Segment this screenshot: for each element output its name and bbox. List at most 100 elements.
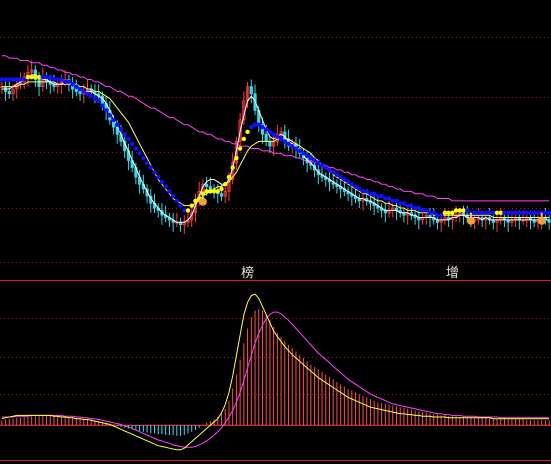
trail-dot-down (260, 124, 265, 130)
trail-dot-down (431, 210, 436, 215)
trail-dot-down (170, 193, 176, 199)
pointer-hand-icon (198, 197, 207, 206)
candle-body (74, 88, 78, 92)
annotation-label: 增 (446, 266, 459, 281)
trail-dot-down (92, 96, 98, 101)
trail-dot-down (267, 129, 273, 135)
trail-dot-down (111, 117, 116, 123)
trail-dot-up (219, 186, 224, 192)
trail-dot-down (141, 155, 146, 161)
trail-dot-down (48, 74, 53, 80)
trail-dot-up (226, 174, 232, 180)
pointer-hand-icon (537, 216, 546, 225)
trail-dot-down (133, 146, 139, 151)
trail-dot-down (394, 198, 399, 204)
trail-dot-up (237, 146, 243, 151)
trail-dot-down (66, 79, 72, 85)
trail-dot-down (312, 158, 317, 163)
trail-dot-down (304, 153, 310, 158)
trail-dot-up (234, 155, 239, 161)
trail-dot-down (438, 212, 444, 218)
trail-dot-down (174, 198, 180, 204)
trail-dot-up (189, 203, 194, 208)
trail-dot-down (301, 151, 306, 156)
trail-dot-down (89, 93, 94, 99)
trail-dot-down (81, 89, 86, 94)
annotation-label: 榜 (241, 265, 254, 281)
trail-dot-down (115, 122, 120, 127)
trail-dot-down (167, 189, 172, 194)
trail-dot-down (338, 174, 343, 180)
trail-dot-down (163, 184, 168, 189)
trail-dot-up (241, 136, 247, 142)
trail-dot-down (256, 122, 261, 127)
trail-dot-up (223, 182, 228, 187)
candle-body (219, 193, 224, 197)
trail-dot-down (271, 132, 276, 137)
trail-dot-down (349, 182, 355, 187)
trail-dot-down (77, 86, 83, 92)
candle-body (268, 140, 272, 147)
pointer-finger-icon (201, 193, 204, 199)
trail-dot-down (323, 165, 328, 170)
trail-dot-down (278, 136, 284, 142)
trail-dot-down (342, 177, 347, 182)
trail-dot-down (286, 141, 291, 146)
candle-body (78, 91, 82, 95)
trail-dot-down (137, 151, 142, 156)
trail-dot-down (85, 91, 90, 96)
trail-dot-down (424, 208, 429, 213)
trail-dot-down (316, 160, 321, 165)
candle-body (205, 183, 209, 188)
trail-dot-down (103, 108, 109, 113)
trail-dot-down (308, 155, 314, 161)
trail-dot-up (245, 129, 250, 135)
trail-dot-down (409, 203, 414, 208)
trail-dot-down (156, 174, 161, 180)
trail-dot-down (364, 189, 369, 194)
trail-dot-up (193, 198, 198, 204)
trail-dot-down (107, 113, 113, 118)
trail-dot-down (96, 98, 101, 104)
trail-dot-down (293, 146, 299, 151)
trail-dot-down (59, 77, 64, 82)
trail-dot-down (129, 141, 135, 146)
trail-dot-down (282, 139, 288, 144)
chart-canvas: 榜增 (0, 0, 551, 464)
trail-dot-down (401, 201, 407, 206)
trail-dot-down (148, 165, 153, 170)
trail-dot-down (70, 82, 75, 87)
trail-dot-up (185, 208, 191, 213)
trail-dot-down (465, 208, 470, 213)
pointer-hand-icon (466, 216, 475, 225)
trail-dot-down (249, 124, 254, 130)
trail-dot-down (290, 143, 295, 149)
pointer-finger-icon (540, 212, 543, 218)
trail-dot-down (416, 205, 422, 211)
candle-body (264, 133, 268, 142)
stock-chart: 榜增 (0, 0, 551, 464)
trail-dot-down (371, 191, 377, 196)
candle-body (7, 91, 11, 95)
trail-dot-down (178, 203, 183, 208)
trail-dot-down (144, 160, 150, 165)
trail-dot-down (379, 193, 384, 199)
trail-dot-up (215, 189, 220, 194)
trail-dot-down (334, 172, 340, 177)
trail-dot-down (126, 136, 131, 142)
trail-dot-down (297, 148, 302, 154)
trail-dot-down (353, 184, 358, 189)
trail-dot-up (230, 165, 235, 170)
trail-dot-down (152, 170, 157, 175)
trail-dot-down (345, 179, 351, 185)
trail-dot-down (122, 132, 127, 137)
candle-body (37, 79, 41, 88)
trail-dot-down (74, 84, 79, 89)
trail-dot-down (118, 127, 124, 132)
trail-dot-down (159, 179, 165, 185)
trail-dot-up (450, 210, 455, 215)
trail-dot-down (319, 162, 325, 168)
candle-body (249, 86, 253, 95)
trail-dot-down (263, 127, 269, 132)
trail-dot-down (386, 196, 392, 201)
